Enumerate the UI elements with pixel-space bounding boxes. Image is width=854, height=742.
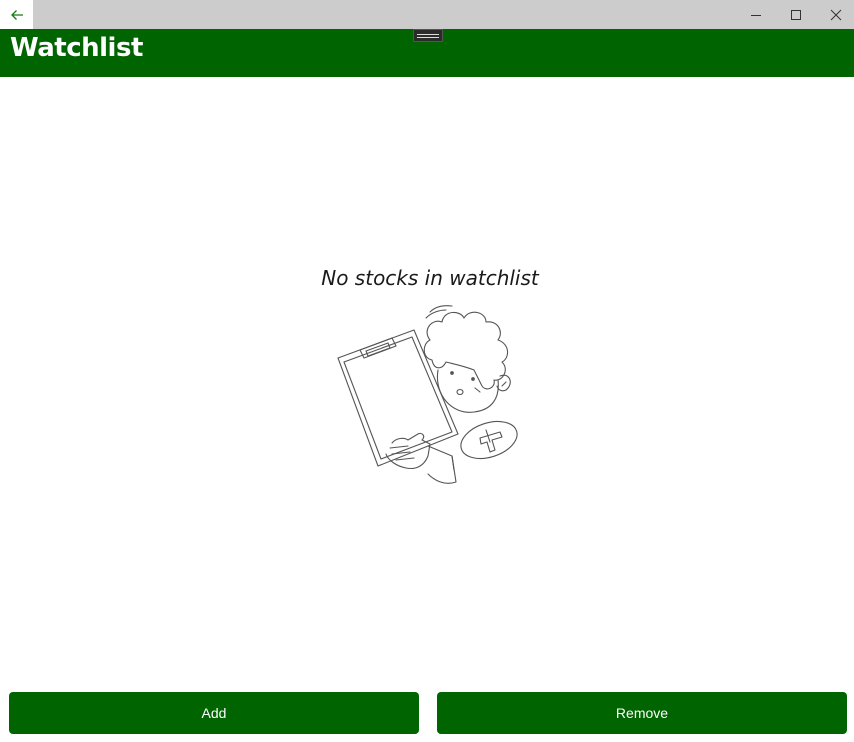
drag-handle[interactable] [413, 29, 443, 42]
person-holding-clipboard-illustration [337, 305, 518, 484]
close-icon [830, 9, 842, 20]
minimize-icon [751, 14, 761, 16]
clipboard-graphic [337, 329, 459, 467]
minimize-button[interactable] [736, 0, 776, 29]
remove-button[interactable]: Remove [437, 692, 847, 734]
arrow-left-icon [10, 9, 23, 20]
maximize-button[interactable] [776, 0, 816, 29]
title-bar[interactable] [0, 0, 854, 29]
back-button[interactable] [0, 0, 33, 29]
app-window: Watchlist No stocks in watchlist Add Rem… [0, 0, 854, 742]
page-title: Watchlist [10, 33, 143, 63]
empty-state-message: No stocks in watchlist [321, 266, 539, 290]
add-button[interactable]: Add [9, 692, 419, 734]
maximize-icon [791, 9, 801, 20]
close-button[interactable] [816, 0, 854, 29]
cross-badge [460, 420, 518, 460]
